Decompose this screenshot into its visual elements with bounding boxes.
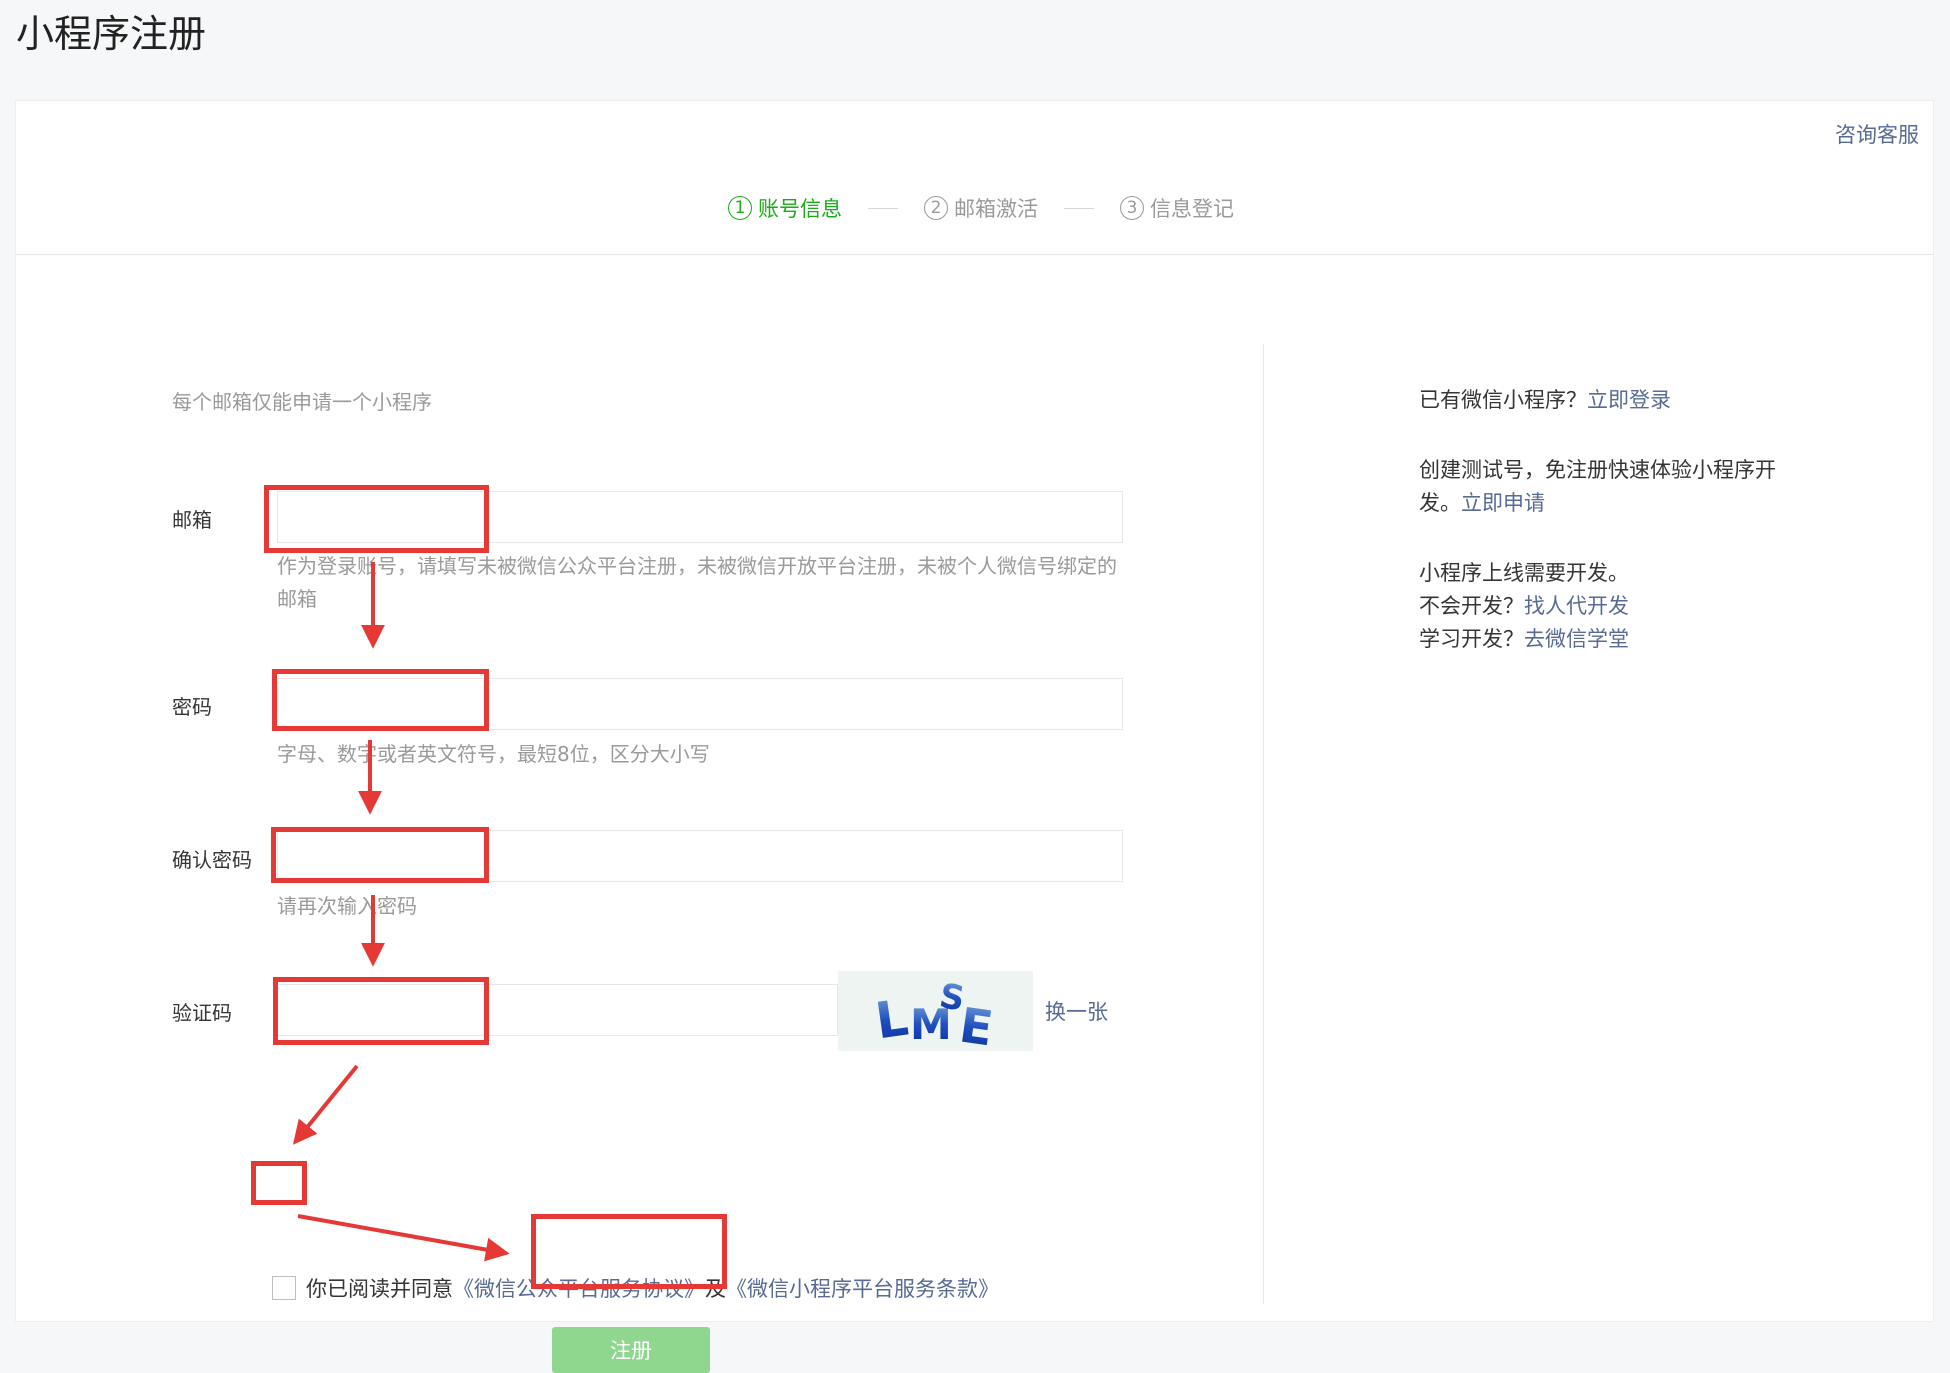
step-account-info: 1 账号信息	[728, 193, 842, 223]
step-label-1: 账号信息	[758, 197, 842, 221]
step-number-3: 3	[1120, 196, 1144, 220]
annotation-box-register	[531, 1214, 727, 1289]
password-label: 密码	[172, 695, 212, 719]
email-label: 邮箱	[172, 508, 212, 532]
sidebar-dev-text: 小程序上线需要开发。	[1419, 561, 1629, 585]
password-hint: 字母、数字或者英文符号，最短8位，区分大小写	[277, 742, 710, 766]
captcha-graphic: L M S E	[872, 976, 996, 1057]
platform-terms-link[interactable]: 《微信小程序平台服务条款》	[726, 1273, 999, 1303]
column-divider	[1263, 344, 1264, 1304]
sidebar-no-dev-row: 不会开发？找人代开发	[1419, 590, 1629, 623]
sidebar-test-account: 创建测试号，免注册快速体验小程序开发。立即申请	[1419, 454, 1799, 520]
step-label-2: 邮箱激活	[954, 197, 1038, 221]
sidebar-dev-info: 小程序上线需要开发。 不会开发？找人代开发 学习开发？去微信学堂	[1419, 557, 1629, 656]
confirm-password-label: 确认密码	[172, 848, 252, 872]
sidebar-learn-text: 学习开发？	[1419, 627, 1524, 651]
annotation-box-email	[264, 485, 489, 553]
captcha-refresh-link[interactable]: 换一张	[1045, 996, 1108, 1026]
header-divider	[16, 254, 1933, 255]
step-indicator: 1 账号信息 2 邮箱激活 3 信息登记	[728, 193, 1234, 223]
step-number-2: 2	[924, 196, 948, 220]
captcha-char-1: L	[872, 989, 912, 1051]
captcha-char-4: E	[956, 997, 996, 1051]
sidebar-learn-row: 学习开发？去微信学堂	[1419, 623, 1629, 656]
find-developer-link[interactable]: 找人代开发	[1524, 594, 1629, 618]
step-label-3: 信息登记	[1150, 197, 1234, 221]
step-number-1: 1	[728, 196, 752, 220]
sidebar-login-text: 已有微信小程序？	[1419, 388, 1587, 412]
step-email-activation: 2 邮箱激活	[924, 193, 1038, 223]
step-info-registration: 3 信息登记	[1120, 193, 1234, 223]
captcha-label: 验证码	[172, 1001, 232, 1025]
confirm-password-hint: 请再次输入密码	[277, 894, 417, 918]
page-title: 小程序注册	[16, 12, 207, 56]
consult-service-link[interactable]: 咨询客服	[1835, 119, 1919, 149]
email-hint: 作为登录账号，请填写未被微信公众平台注册，未被微信开放平台注册，未被个人微信号绑…	[277, 554, 1117, 611]
captcha-image[interactable]: L M S E	[838, 971, 1033, 1057]
register-button[interactable]: 注册	[552, 1327, 710, 1373]
agreement-text: 你已阅读并同意	[306, 1277, 453, 1301]
sidebar-no-dev-text: 不会开发？	[1419, 594, 1524, 618]
wechat-academy-link[interactable]: 去微信学堂	[1524, 627, 1629, 651]
step-connector	[868, 207, 898, 209]
annotation-box-captcha	[273, 977, 489, 1045]
agreement-checkbox[interactable]	[272, 1276, 296, 1300]
sidebar-login: 已有微信小程序？立即登录	[1419, 384, 1671, 417]
annotation-box-password	[272, 669, 489, 731]
annotation-box-checkbox	[251, 1161, 307, 1205]
login-now-link[interactable]: 立即登录	[1587, 388, 1671, 412]
annotation-box-confirm-password	[271, 827, 489, 883]
form-tip: 每个邮箱仅能申请一个小程序	[172, 390, 432, 414]
step-connector	[1064, 207, 1094, 209]
apply-now-link[interactable]: 立即申请	[1461, 491, 1545, 515]
